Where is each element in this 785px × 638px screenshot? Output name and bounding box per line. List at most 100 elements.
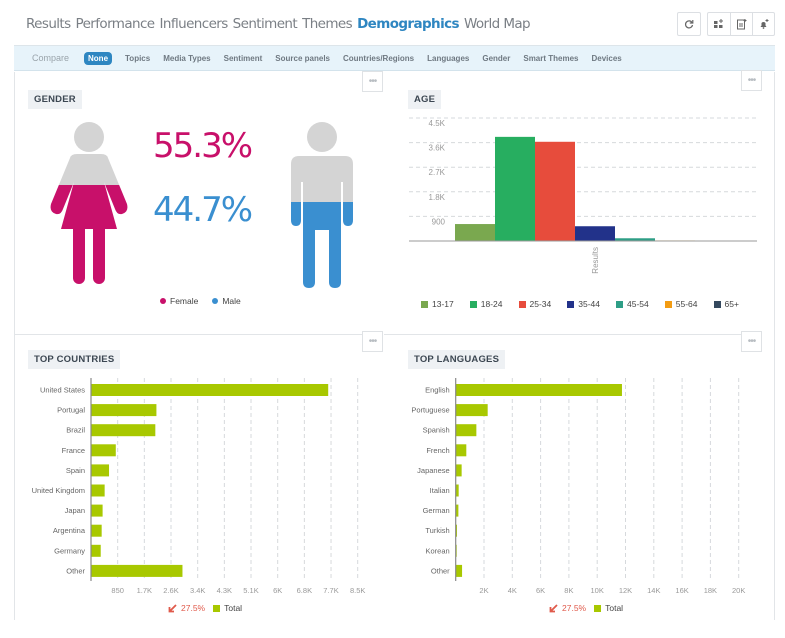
legend-label: Female (170, 296, 199, 306)
compare-option-smart-themes[interactable]: Smart Themes (523, 54, 578, 63)
legend-swatch-icon (713, 300, 721, 308)
tab-world-map[interactable]: World Map (464, 16, 531, 32)
xtick-label: 4.3K (217, 586, 232, 595)
top-navigation: Results Performance Influencers Sentiment Th… (14, 0, 775, 46)
category-label: French (426, 446, 449, 455)
bar-french[interactable] (455, 444, 467, 457)
category-label: Turkish (425, 526, 449, 535)
bar-portuguese[interactable] (455, 404, 488, 417)
male-figure-icon (291, 122, 353, 288)
legend-label: Total (224, 603, 243, 613)
age-ytick-label: 2.7K (429, 168, 446, 177)
category-label: Portugal (57, 406, 85, 415)
bar-portugal[interactable] (91, 404, 157, 417)
category-label: Germany (54, 546, 85, 555)
age-more-button[interactable]: ••• (741, 70, 762, 91)
tab-demographics[interactable]: Demographics (357, 16, 459, 32)
legend-label: 45-54 (627, 299, 649, 309)
refresh-icon[interactable] (678, 13, 700, 35)
compare-option-devices[interactable]: Devices (592, 54, 622, 63)
toolbar (677, 12, 775, 36)
tab-influencers[interactable]: Influencers (160, 16, 229, 32)
legend-swatch-icon (616, 300, 623, 308)
age-bar-18-24[interactable] (495, 136, 535, 241)
xtick-label: 2K (479, 586, 488, 595)
compare-option-none[interactable]: None (84, 51, 113, 65)
gender-more-button[interactable]: ••• (362, 71, 383, 92)
age-bar-35-44[interactable] (575, 226, 615, 241)
tab-performance[interactable]: Performance (76, 16, 156, 32)
bar-argentina[interactable] (91, 524, 102, 537)
compare-option-source-panels[interactable]: Source panels (275, 54, 330, 63)
compare-option-gender[interactable]: Gender (482, 54, 510, 63)
compare-bar: Compare None Topics Media Types Sentiment So… (14, 46, 775, 71)
more-icon: ••• (747, 336, 756, 347)
bar-france[interactable] (91, 444, 116, 457)
category-label: Japanese (417, 466, 450, 475)
legend-item-18-24[interactable]: 18-24 (469, 299, 503, 309)
bar-other[interactable] (91, 564, 183, 577)
age-chart: 900 1.8K 2.7K 3.6K 4.5K Results (409, 117, 757, 274)
add-report-icon[interactable] (730, 13, 752, 35)
legend-item-13-17[interactable]: 13-17 (421, 299, 454, 309)
category-label: Portuguese (411, 406, 449, 415)
tab-results[interactable]: Results (26, 16, 71, 32)
xtick-label: 6K (536, 586, 545, 595)
add-alert-icon[interactable] (752, 13, 774, 35)
legend-item-45-54[interactable]: 45-54 (616, 299, 649, 309)
age-ytick-label: 3.6K (429, 144, 446, 153)
add-widget-icon[interactable] (708, 13, 730, 35)
bar-english[interactable] (455, 384, 622, 396)
compare-option-topics[interactable]: Topics (125, 54, 150, 63)
legend-item-female[interactable]: Female (160, 296, 198, 306)
bar-other[interactable] (455, 564, 463, 577)
compare-option-countries-regions[interactable]: Countries/Regions (343, 54, 414, 63)
languages-legend: 27.5% Total (549, 603, 623, 613)
gender-legend: Female Male (160, 296, 241, 306)
bar-japan[interactable] (91, 504, 103, 517)
legend-item-55-64[interactable]: 55-64 (664, 299, 698, 309)
category-label: German (423, 506, 450, 515)
tab-themes[interactable]: Themes (302, 16, 353, 32)
countries-chart: 850 1.7K 2.6K 3.4K 4.3K 5.1K 6K 6.8K 7.7K 8.5K Uni… (32, 378, 365, 595)
bar-brazil[interactable] (91, 424, 156, 437)
category-label: Argentina (53, 526, 86, 535)
legend-label: 65+ (724, 299, 739, 309)
countries-more-button[interactable]: ••• (362, 331, 383, 352)
female-figure-icon (50, 122, 128, 284)
bar-united-states[interactable] (91, 384, 329, 396)
compare-option-languages[interactable]: Languages (427, 54, 469, 63)
bar-spain[interactable] (91, 464, 110, 477)
xtick-label: 1.7K (137, 586, 152, 595)
legend-item-male[interactable]: Male (212, 296, 241, 306)
tab-sentiment[interactable]: Sentiment (233, 16, 298, 32)
xtick-label: 20K (732, 586, 745, 595)
legend-swatch-icon (213, 604, 221, 612)
legend-item-65+[interactable]: 65+ (713, 299, 739, 309)
category-label: France (62, 446, 85, 455)
male-percent: 44.7% (153, 190, 253, 230)
category-label: English (425, 386, 450, 395)
compare-option-sentiment[interactable]: Sentiment (224, 54, 263, 63)
compare-option-media-types[interactable]: Media Types (163, 54, 210, 63)
legend-item-25-34[interactable]: 25-34 (518, 299, 551, 309)
xtick-label: 7.7K (323, 586, 338, 595)
xtick-label: 6.8K (297, 586, 312, 595)
change-value: 27.5% (562, 603, 587, 613)
age-bar-13-17[interactable] (455, 224, 495, 241)
languages-more-button[interactable]: ••• (741, 331, 762, 352)
legend-item-total[interactable]: Total (213, 603, 242, 613)
age-bar-25-34[interactable] (535, 141, 575, 241)
more-icon: ••• (747, 75, 756, 86)
bar-germany[interactable] (91, 544, 101, 557)
legend-item-35-44[interactable]: 35-44 (567, 299, 600, 309)
bar-spanish[interactable] (455, 424, 477, 437)
legend-item-total[interactable]: Total (594, 603, 623, 613)
bar-japanese[interactable] (455, 464, 462, 477)
arrow-down-left-icon (549, 603, 558, 612)
age-ytick-label: 4.5K (429, 119, 446, 128)
xtick-label: 16K (675, 586, 688, 595)
xtick-label: 4K (508, 586, 517, 595)
bar-united-kingdom[interactable] (91, 484, 105, 497)
xtick-label: 3.4K (190, 586, 205, 595)
